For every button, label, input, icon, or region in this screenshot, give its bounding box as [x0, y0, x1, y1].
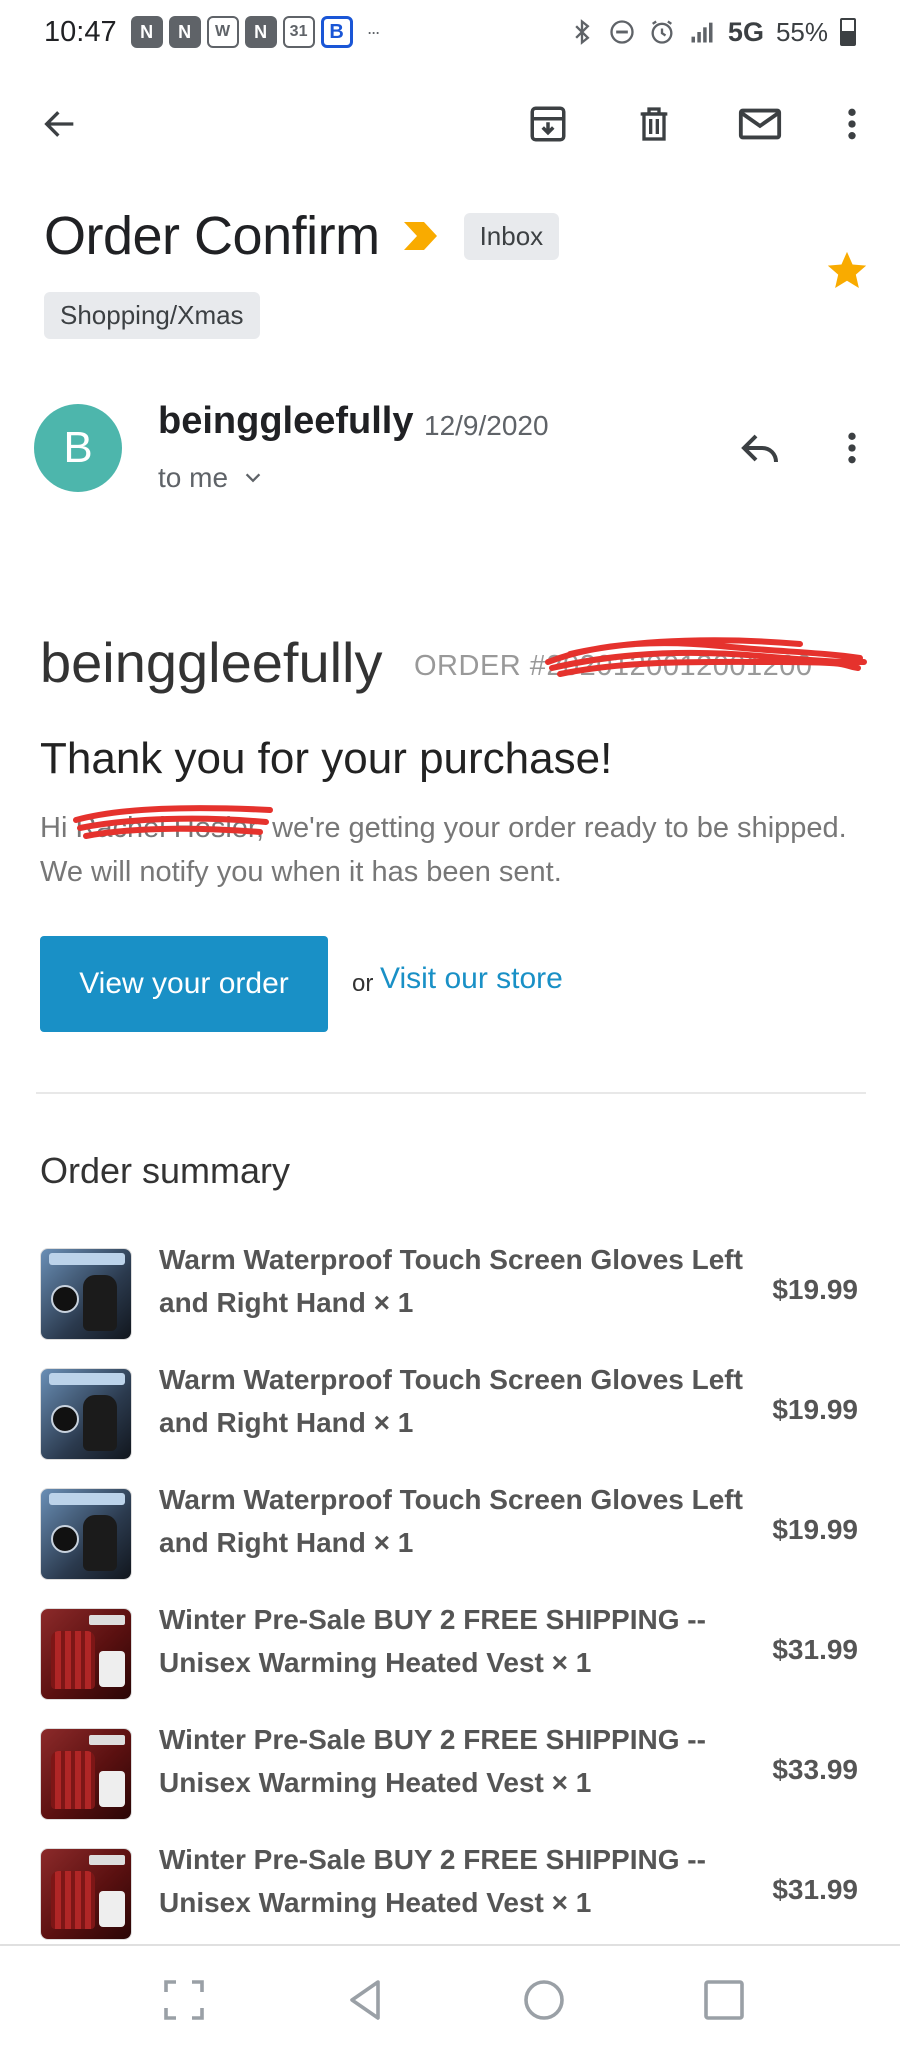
item-name: Warm Waterproof Touch Screen Gloves Left… — [159, 1244, 743, 1318]
bluetooth-icon — [575, 19, 590, 45]
chevron-down-icon — [245, 473, 261, 483]
status-time: 10:47 — [44, 15, 117, 48]
notification-n-icon: N — [130, 16, 163, 48]
vest-shape — [51, 1631, 95, 1689]
sender-name: beinggleefully — [158, 400, 414, 442]
view-order-button[interactable]: View your order — [40, 936, 328, 1032]
more-notifications-icon: ··· — [366, 21, 381, 42]
thumb-banner — [49, 1373, 125, 1385]
order-item[interactable]: Winter Pre-Sale BUY 2 FREE SHIPPING -- U… — [0, 1598, 900, 1718]
item-price: $31.99 — [772, 1874, 858, 1905]
thumb-banner — [49, 1253, 125, 1265]
order-item[interactable]: Warm Waterproof Touch Screen Gloves Left… — [0, 1478, 900, 1598]
product-thumbnail — [40, 1728, 132, 1820]
signal-icon — [691, 22, 713, 43]
redaction-scribble — [73, 805, 273, 839]
network-type: 5G — [727, 16, 764, 47]
battery-icon — [840, 18, 856, 46]
order-item[interactable]: Warm Waterproof Touch Screen Gloves Left… — [0, 1238, 900, 1358]
delete-icon[interactable] — [630, 100, 678, 148]
item-price: $19.99 — [772, 1274, 858, 1305]
recents-icon[interactable] — [700, 1976, 748, 2024]
reply-icon[interactable] — [736, 424, 784, 472]
email-subject: Order Confirm — [44, 206, 380, 266]
item-name: Warm Waterproof Touch Screen Gloves Left… — [159, 1484, 743, 1558]
order-item[interactable]: Warm Waterproof Touch Screen Gloves Left… — [0, 1358, 900, 1478]
more-vert-icon[interactable] — [828, 100, 876, 148]
thumb-detail — [51, 1525, 79, 1553]
inbox-label-chip[interactable]: Inbox — [463, 212, 560, 260]
item-name: Winter Pre-Sale BUY 2 FREE SHIPPING -- U… — [159, 1724, 706, 1798]
notification-n-icon: N — [168, 16, 201, 48]
item-price: $33.99 — [772, 1754, 858, 1785]
item-price: $31.99 — [772, 1634, 858, 1665]
back-arrow-icon[interactable] — [36, 100, 84, 148]
item-name: Winter Pre-Sale BUY 2 FREE SHIPPING -- U… — [159, 1604, 706, 1678]
or-text: or — [352, 970, 374, 997]
thank-you-heading: Thank you for your purchase! — [40, 734, 613, 783]
do-not-disturb-icon — [610, 20, 634, 44]
home-icon[interactable] — [520, 1976, 568, 2024]
thumb-banner — [89, 1615, 125, 1625]
thumb-detail — [99, 1771, 125, 1807]
sender-avatar[interactable]: B — [34, 404, 122, 492]
importance-marker-icon[interactable] — [402, 219, 440, 253]
thumb-detail — [51, 1405, 79, 1433]
product-thumbnail — [40, 1848, 132, 1940]
shop-name: beinggleefully — [40, 631, 383, 694]
order-item[interactable]: Winter Pre-Sale BUY 2 FREE SHIPPING -- U… — [0, 1718, 900, 1838]
item-name: Winter Pre-Sale BUY 2 FREE SHIPPING -- U… — [159, 1844, 706, 1918]
sent-date: 12/9/2020 — [424, 410, 549, 441]
product-thumbnail — [40, 1368, 132, 1460]
back-icon[interactable] — [342, 1976, 390, 2024]
thumb-banner — [89, 1735, 125, 1745]
recipient-details-toggle[interactable]: to me — [158, 462, 264, 494]
mark-unread-icon[interactable] — [736, 100, 784, 148]
system-nav-bar — [0, 1944, 900, 2050]
item-price: $19.99 — [772, 1394, 858, 1425]
notification-w-icon: W — [206, 16, 239, 48]
recipient-text: to me — [158, 462, 229, 493]
thumb-banner — [49, 1493, 125, 1505]
order-items-list: Warm Waterproof Touch Screen Gloves Left… — [0, 1238, 900, 1958]
visit-store-link[interactable]: Visit our store — [380, 962, 563, 996]
order-item[interactable]: Winter Pre-Sale BUY 2 FREE SHIPPING -- U… — [0, 1838, 900, 1958]
thumb-detail — [51, 1285, 79, 1313]
calendar-icon: 31 — [282, 16, 315, 48]
vest-shape — [51, 1871, 95, 1929]
star-icon[interactable] — [824, 248, 870, 294]
thumb-detail — [99, 1651, 125, 1687]
glove-shape — [83, 1275, 117, 1331]
app-bar — [0, 88, 900, 160]
status-bar: 10:47 N N W N 31 B ··· 5G 55% — [0, 0, 900, 64]
order-summary-title: Order summary — [40, 1150, 291, 1191]
notification-n-icon: N — [244, 16, 277, 48]
item-name: Warm Waterproof Touch Screen Gloves Left… — [159, 1364, 743, 1438]
notification-icons: N N W N 31 B ··· — [130, 16, 381, 48]
product-thumbnail — [40, 1248, 132, 1340]
redaction-scribble — [545, 637, 867, 677]
vest-shape — [51, 1751, 95, 1809]
shopping-label-chip[interactable]: Shopping/Xmas — [44, 292, 260, 339]
thumb-detail — [99, 1891, 125, 1927]
screenshot-icon[interactable] — [160, 1976, 208, 2024]
item-price: $19.99 — [772, 1514, 858, 1545]
glove-shape — [83, 1395, 117, 1451]
email-subject-row: Order Confirm Inbox — [44, 205, 560, 267]
divider — [36, 1092, 866, 1094]
notification-b-icon: B — [320, 16, 353, 48]
product-thumbnail — [40, 1488, 132, 1580]
archive-icon[interactable] — [524, 100, 572, 148]
battery-percent: 55% — [775, 16, 828, 47]
product-thumbnail — [40, 1608, 132, 1700]
alarm-icon — [651, 20, 673, 44]
message-more-icon[interactable] — [832, 424, 872, 472]
thumb-banner — [89, 1855, 125, 1865]
glove-shape — [83, 1515, 117, 1571]
